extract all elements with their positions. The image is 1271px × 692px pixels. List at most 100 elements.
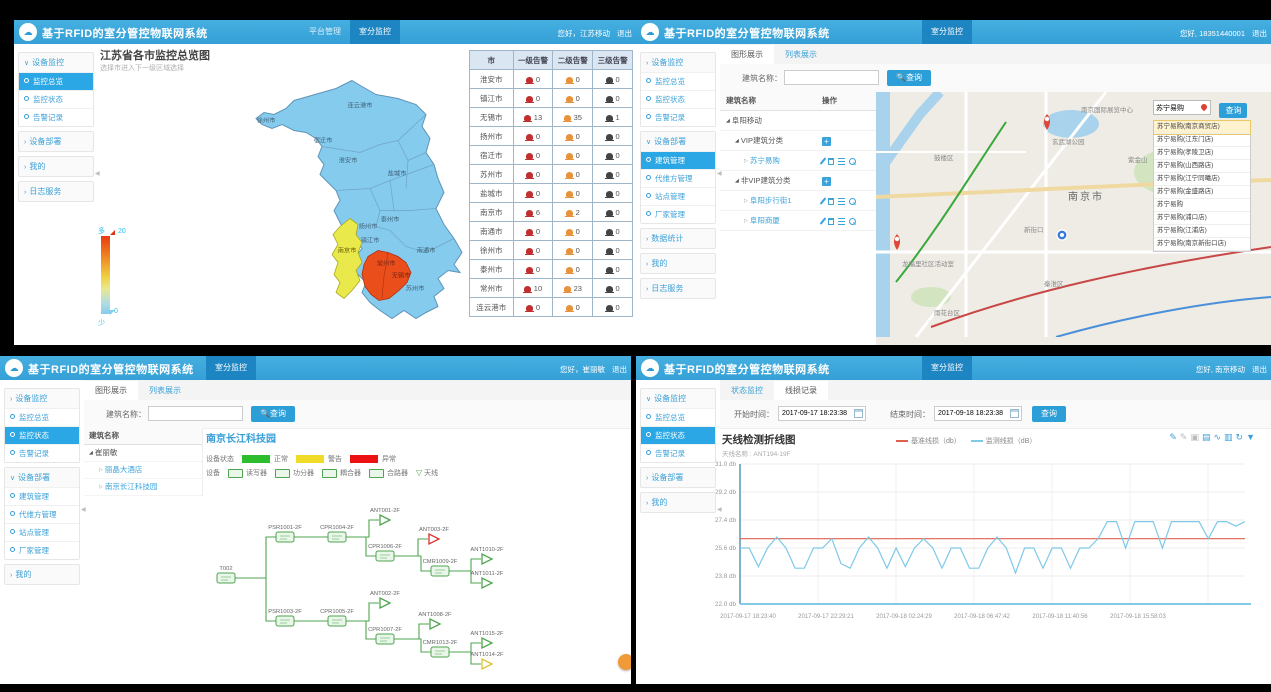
nav-item-室分监控[interactable]: 室分监控 — [922, 20, 972, 44]
tree-expand-icon[interactable]: ◢ — [726, 118, 730, 124]
tree-leaf-arrow-icon[interactable]: ▷ — [744, 198, 748, 204]
bar-chart-icon[interactable]: ▥ — [1224, 432, 1233, 442]
sidebar-group-header[interactable]: ∨设备部署 — [641, 132, 715, 151]
building-name-input[interactable] — [784, 70, 879, 85]
sidebar-item-厂家管理[interactable]: 厂家管理 — [5, 541, 79, 559]
sidebar-group-header[interactable]: ›设备部署 — [641, 468, 715, 487]
map-result-item[interactable]: 苏宁易购(金盛路店) — [1154, 186, 1250, 199]
tree-row[interactable]: ◢VIP建筑分类+ — [720, 131, 876, 151]
table-row[interactable]: 宿迁市000 — [470, 146, 633, 165]
map-city-label[interactable]: 镇江市 — [361, 237, 380, 245]
logout-link[interactable]: 退出 — [612, 364, 627, 375]
table-row[interactable]: 南通市000 — [470, 222, 633, 241]
antenna-node-icon[interactable] — [380, 515, 390, 525]
list-icon[interactable] — [838, 158, 845, 165]
tree-expand-icon[interactable]: ◢ — [735, 178, 739, 184]
sidebar-collapse-handle[interactable]: ◀ — [717, 170, 722, 177]
sidebar-group-header[interactable]: ∨设备监控 — [641, 389, 715, 408]
sidebar-group-header[interactable]: ›设备监控 — [641, 53, 715, 72]
sidebar-item-告警记录[interactable]: 告警记录 — [641, 108, 715, 126]
tree-node-label[interactable]: 南京长江科技园 — [105, 482, 158, 491]
map-city-label[interactable]: 泰州市 — [381, 216, 400, 224]
tree-row[interactable]: ▷苏宁易购 — [720, 151, 876, 171]
tab-状态监控[interactable]: 状态监控 — [720, 381, 774, 401]
sidebar-group-header[interactable]: ∨设备部署 — [5, 468, 79, 487]
start-time-input[interactable] — [778, 406, 866, 421]
sidebar-item-监控状态[interactable]: 监控状态 — [641, 426, 715, 444]
tab-列表展示[interactable]: 列表展示 — [774, 45, 828, 65]
end-time-input[interactable] — [934, 406, 1022, 421]
table-row[interactable]: 苏州市000 — [470, 165, 633, 184]
search-icon[interactable] — [849, 218, 856, 225]
tree-node-label[interactable]: 崔丽敏 — [95, 448, 118, 457]
edit-icon[interactable]: ✎ — [1180, 432, 1188, 442]
tree-row[interactable]: ▷南京长江科技园 — [84, 479, 202, 496]
sidebar-item-告警记录[interactable]: 告警记录 — [5, 444, 79, 462]
sidebar-item-告警记录[interactable]: 告警记录 — [19, 108, 93, 126]
sidebar-group-header[interactable]: ›我的 — [641, 493, 715, 512]
logout-link[interactable]: 退出 — [1252, 28, 1267, 39]
tree-row[interactable]: ◢阜阳移动 — [720, 111, 876, 131]
splitter-node-icon[interactable] — [276, 532, 294, 542]
tree-row[interactable]: ▷阜阳步行街1 — [720, 191, 876, 211]
delete-icon[interactable] — [828, 218, 834, 225]
map-result-item[interactable]: 苏宁易购(南京新街口店) — [1154, 238, 1250, 251]
search-icon[interactable] — [849, 158, 856, 165]
sidebar-group-header[interactable]: ›设备监控 — [5, 389, 79, 408]
building-name-input[interactable] — [148, 406, 243, 421]
sidebar-group-header[interactable]: ›我的 — [5, 565, 79, 584]
sidebar-item-监控总览[interactable]: 监控总览 — [19, 72, 93, 90]
antenna-node-icon[interactable] — [429, 534, 439, 544]
tree-node-label[interactable]: 阜阳步行街1 — [750, 196, 792, 205]
map-result-item[interactable]: 苏宁易购(孝陵卫店) — [1154, 147, 1250, 160]
map-city-label[interactable]: 南京市 — [338, 247, 357, 255]
sidebar-item-建筑管理[interactable]: 建筑管理 — [641, 151, 715, 169]
antenna-node-icon[interactable] — [482, 578, 492, 588]
line-chart-icon[interactable]: ∿ — [1213, 432, 1221, 442]
map-result-item[interactable]: 苏宁易购 — [1154, 199, 1250, 212]
coupler-node-icon[interactable] — [328, 532, 346, 542]
map-search-button[interactable]: 查询 — [1219, 103, 1247, 118]
sidebar-collapse-handle[interactable]: ◀ — [717, 506, 722, 513]
legend-series-name[interactable]: 基准线损（db） — [911, 438, 961, 445]
map-result-item[interactable]: 苏宁易购(江宁同曦店) — [1154, 173, 1250, 186]
mark-line-icon[interactable]: ✎ — [1169, 432, 1177, 442]
list-icon[interactable] — [838, 198, 845, 205]
table-row[interactable]: 盐城市000 — [470, 184, 633, 203]
add-button[interactable]: + — [822, 137, 831, 146]
tree-leaf-arrow-icon[interactable]: ▷ — [744, 158, 748, 164]
add-button[interactable]: + — [822, 177, 831, 186]
map-result-item[interactable]: 苏宁易购(江东门店) — [1154, 134, 1250, 147]
city-map[interactable]: 南京国际展览中心玄武湖公园鼓楼区紫金山南京市新街口秦淮区龙福里社区活动室雨花台区… — [876, 92, 1271, 345]
table-row[interactable]: 泰州市000 — [470, 260, 633, 279]
sidebar-item-站点管理[interactable]: 站点管理 — [5, 523, 79, 541]
map-city-label[interactable]: 宿迁市 — [314, 137, 333, 145]
map-city-label[interactable]: 苏州市 — [406, 285, 425, 293]
sidebar-item-监控状态[interactable]: 监控状态 — [5, 426, 79, 444]
antenna-node-icon[interactable] — [380, 598, 390, 608]
sidebar-item-代维方管理[interactable]: 代维方管理 — [641, 169, 715, 187]
tree-expand-icon[interactable]: ◢ — [735, 138, 739, 144]
delete-icon[interactable] — [828, 198, 834, 205]
sidebar-group-header[interactable]: ›日志服务 — [641, 279, 715, 298]
sidebar-group-header[interactable]: ›日志服务 — [19, 182, 93, 201]
list-icon[interactable] — [838, 218, 845, 225]
coupler-node-icon[interactable] — [328, 616, 346, 626]
search-button[interactable]: 🔍查询 — [251, 406, 295, 422]
map-city-label[interactable]: 无锡市 — [392, 272, 411, 280]
tab-图形展示[interactable]: 图形展示 — [720, 45, 774, 65]
tree-leaf-arrow-icon[interactable]: ▷ — [99, 484, 103, 490]
sidebar-item-监控总览[interactable]: 监控总览 — [5, 408, 79, 426]
tree-leaf-arrow-icon[interactable]: ▷ — [744, 218, 748, 224]
map-result-item[interactable]: 苏宁易购(江浦店) — [1154, 225, 1250, 238]
tab-图形展示[interactable]: 图形展示 — [84, 381, 138, 401]
reader-node-icon[interactable] — [217, 573, 235, 583]
sidebar-item-监控总览[interactable]: 监控总览 — [641, 72, 715, 90]
antenna-node-icon[interactable] — [482, 638, 492, 648]
tree-node-label[interactable]: 阜阳商厦 — [750, 216, 780, 225]
map-city-label[interactable]: 连云港市 — [348, 102, 373, 110]
sidebar-item-告警记录[interactable]: 告警记录 — [641, 444, 715, 462]
calendar-icon[interactable] — [1010, 409, 1019, 418]
tree-expand-icon[interactable]: ◢ — [89, 450, 93, 456]
sidebar-item-监控状态[interactable]: 监控状态 — [641, 90, 715, 108]
